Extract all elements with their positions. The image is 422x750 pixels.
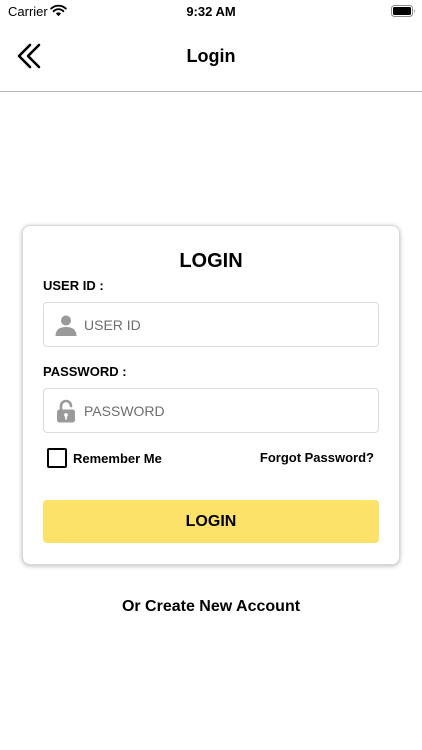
create-account-link[interactable]: Or Create New Account xyxy=(0,597,422,617)
status-time: 9:32 AM xyxy=(186,4,236,19)
page-title: Login xyxy=(186,46,236,66)
remember-me[interactable]: Remember Me xyxy=(47,448,162,468)
status-bar: Carrier 9:32 AM xyxy=(0,0,422,24)
password-label: PASSWORD : xyxy=(43,364,127,379)
user-id-input[interactable] xyxy=(84,303,364,346)
lock-icon xyxy=(57,399,75,423)
password-input[interactable] xyxy=(84,389,364,432)
login-card: LOGIN USER ID : PASSWORD : Remember Me F… xyxy=(22,225,400,565)
user-icon xyxy=(55,315,77,336)
remember-me-checkbox[interactable] xyxy=(47,448,67,468)
login-button[interactable]: LOGIN xyxy=(43,500,379,543)
battery-icon xyxy=(391,5,415,17)
navigation-bar: Login xyxy=(0,24,422,92)
user-id-field xyxy=(43,302,379,347)
password-field xyxy=(43,388,379,433)
user-id-label: USER ID : xyxy=(43,278,104,293)
login-card-title: LOGIN xyxy=(179,250,243,272)
forgot-password-link[interactable]: Forgot Password? xyxy=(260,450,374,466)
remember-me-label: Remember Me xyxy=(73,450,162,466)
